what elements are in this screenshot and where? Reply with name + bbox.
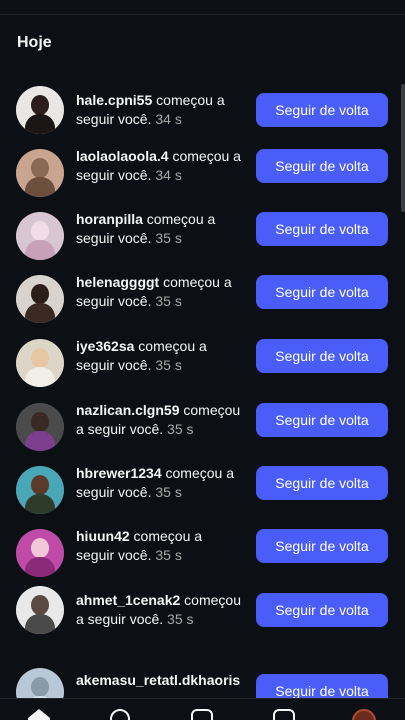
username[interactable]: hbrewer1234 xyxy=(76,465,162,481)
follow-back-button[interactable]: Seguir de volta xyxy=(256,212,388,246)
time-label: 35 s xyxy=(151,547,182,563)
notification-text: nazlican.clgn59 começou a seguir você. 3… xyxy=(76,401,244,439)
search-icon[interactable] xyxy=(110,709,130,720)
avatar[interactable] xyxy=(16,586,64,634)
time-label: 35 s xyxy=(151,293,182,309)
username[interactable]: akemasu_retatl.dkhaoris xyxy=(76,672,240,688)
top-divider xyxy=(0,14,405,15)
username[interactable]: horanpilla xyxy=(76,211,143,227)
notifications-screen: Hoje hale.cpni55 começou a seguir você. … xyxy=(0,0,405,720)
reels-icon[interactable] xyxy=(273,709,295,720)
avatar[interactable] xyxy=(16,466,64,514)
follow-back-button[interactable]: Seguir de volta xyxy=(256,275,388,309)
profile-icon[interactable] xyxy=(352,709,376,720)
notification-text: ahmet_1cenak2 começou a seguir você. 35 … xyxy=(76,591,244,629)
avatar[interactable] xyxy=(16,86,64,134)
avatar[interactable] xyxy=(16,212,64,260)
follow-back-button[interactable]: Seguir de volta xyxy=(256,403,388,437)
username[interactable]: iye362sa xyxy=(76,338,134,354)
avatar[interactable] xyxy=(16,403,64,451)
list-item[interactable]: hale.cpni55 começou a seguir você. 34 s … xyxy=(0,78,405,142)
avatar[interactable] xyxy=(16,275,64,323)
follow-back-button[interactable]: Seguir de volta xyxy=(256,529,388,563)
time-label: 34 s xyxy=(151,167,182,183)
time-label: 34 s xyxy=(151,111,182,127)
list-item[interactable]: hiuun42 começou a seguir você. 35 s Segu… xyxy=(0,522,405,586)
follow-back-button[interactable]: Seguir de volta xyxy=(256,149,388,183)
list-item[interactable]: helenaggggt começou a seguir você. 35 s … xyxy=(0,268,405,332)
username[interactable]: hiuun42 xyxy=(76,528,130,544)
username[interactable]: laolaolaoola.4 xyxy=(76,148,169,164)
avatar[interactable] xyxy=(16,529,64,577)
username[interactable]: helenaggggt xyxy=(76,274,159,290)
notification-text: hiuun42 começou a seguir você. 35 s xyxy=(76,527,244,565)
notification-text: helenaggggt começou a seguir você. 35 s xyxy=(76,273,244,311)
notification-text: hbrewer1234 começou a seguir você. 35 s xyxy=(76,464,244,502)
list-item[interactable]: ahmet_1cenak2 começou a seguir você. 35 … xyxy=(0,586,405,650)
avatar[interactable] xyxy=(16,149,64,197)
follow-back-button[interactable]: Seguir de volta xyxy=(256,93,388,127)
create-icon[interactable] xyxy=(191,709,213,720)
notification-text: iye362sa começou a seguir você. 35 s xyxy=(76,337,244,375)
username[interactable]: ahmet_1cenak2 xyxy=(76,592,180,608)
username[interactable]: hale.cpni55 xyxy=(76,92,152,108)
list-item[interactable]: nazlican.clgn59 começou a seguir você. 3… xyxy=(0,396,405,460)
follow-back-button[interactable]: Seguir de volta xyxy=(256,339,388,373)
time-label: 35 s xyxy=(151,230,182,246)
notification-text: hale.cpni55 começou a seguir você. 34 s xyxy=(76,91,244,129)
follow-back-button[interactable]: Seguir de volta xyxy=(256,466,388,500)
avatar[interactable] xyxy=(16,339,64,387)
list-item[interactable]: iye362sa começou a seguir você. 35 s Seg… xyxy=(0,332,405,396)
section-title: Hoje xyxy=(17,34,52,51)
time-label: 35 s xyxy=(151,484,182,500)
username[interactable]: nazlican.clgn59 xyxy=(76,402,179,418)
home-icon[interactable] xyxy=(28,709,50,720)
notification-text: laolaolaoola.4 começou a seguir você. 34… xyxy=(76,147,244,185)
notification-text: horanpilla começou a seguir você. 35 s xyxy=(76,210,244,248)
list-item[interactable]: horanpilla começou a seguir você. 35 s S… xyxy=(0,205,405,269)
time-label: 35 s xyxy=(151,357,182,373)
time-label: 35 s xyxy=(163,421,194,437)
follow-back-button[interactable]: Seguir de volta xyxy=(256,593,388,627)
time-label: 35 s xyxy=(163,611,194,627)
list-item[interactable]: hbrewer1234 começou a seguir você. 35 s … xyxy=(0,459,405,523)
notification-text: akemasu_retatl.dkhaoris xyxy=(76,671,246,690)
bottom-nav xyxy=(0,698,405,720)
list-item[interactable]: laolaolaoola.4 começou a seguir você. 34… xyxy=(0,142,405,206)
